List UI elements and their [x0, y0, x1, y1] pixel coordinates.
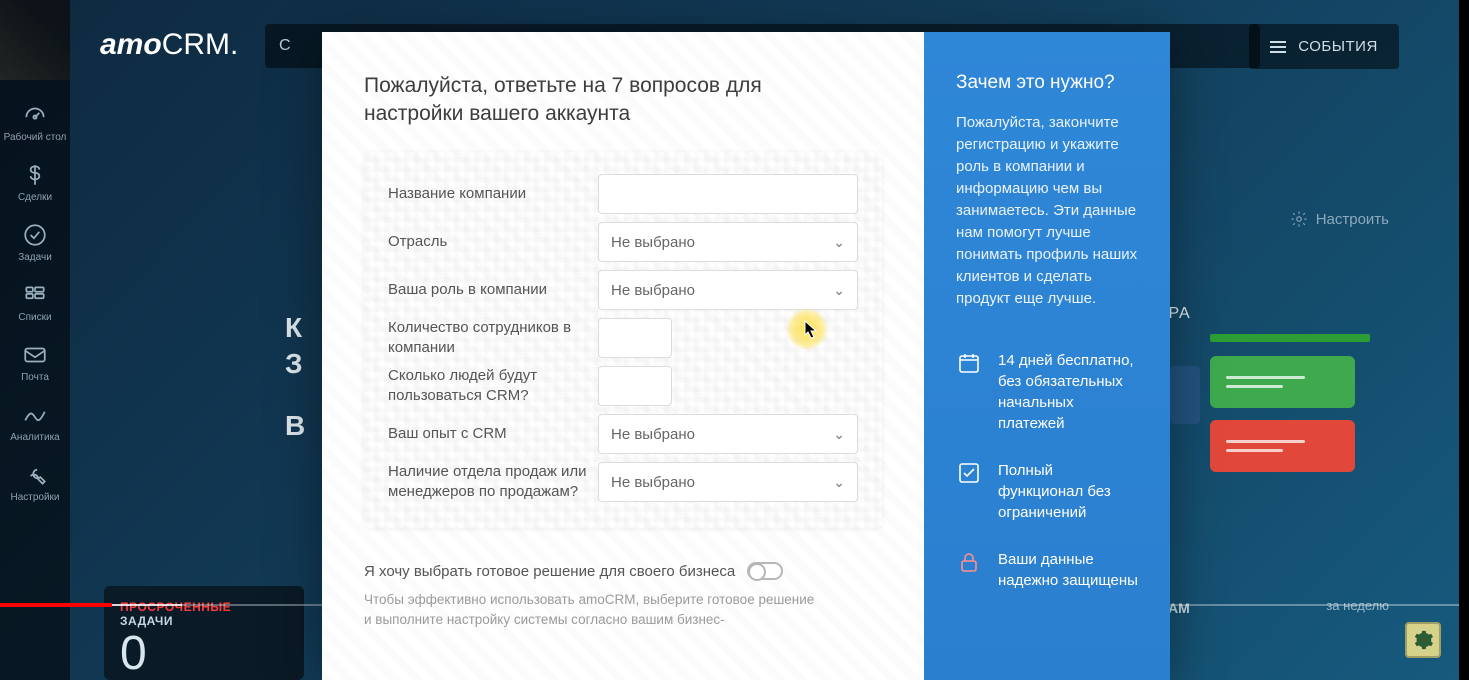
search-icon: С	[279, 37, 291, 55]
lock-icon	[956, 549, 982, 575]
menu-icon	[1270, 41, 1286, 53]
benefit-item: 14 дней бесплатно, без обязательных нача…	[956, 350, 1138, 434]
gauge-icon	[22, 102, 48, 128]
events-button[interactable]: СОБЫТИЯ	[1249, 24, 1399, 69]
benefit-text: 14 дней бесплатно, без обязательных нача…	[998, 350, 1138, 434]
crm-users-input[interactable]	[598, 366, 672, 406]
gear-icon	[1290, 210, 1308, 228]
sidebar-item-label: Задачи	[18, 252, 52, 264]
overdue-tasks-card[interactable]: ПРОСРОЧЕННЫЕ ЗАДАЧИ 0	[104, 586, 304, 680]
sidebar-item-label: Аналитика	[10, 432, 60, 444]
list-icon	[22, 282, 48, 308]
company-input[interactable]	[598, 174, 858, 214]
benefit-text: Полный функционал без ограничений	[998, 460, 1138, 523]
label-crm-users: Сколько людей будут пользоваться CRM?	[388, 366, 598, 406]
calendar-icon	[956, 350, 982, 376]
chevron-down-icon: ⌄	[833, 234, 845, 251]
mail-icon	[22, 342, 48, 368]
sidebar-item-lists[interactable]: Списки	[2, 274, 68, 330]
dollar-icon	[22, 162, 48, 188]
kanban-preview	[1210, 334, 1370, 472]
chevron-down-icon: ⌄	[833, 426, 845, 443]
employees-input[interactable]	[598, 318, 672, 358]
ready-solution-title: Я хочу выбрать готовое решение для своег…	[364, 563, 735, 580]
chevron-down-icon: ⌄	[833, 282, 845, 299]
ready-solution-toggle[interactable]	[747, 562, 783, 580]
sidebar-item-deals[interactable]: Сделки	[2, 154, 68, 210]
check-circle-icon	[22, 222, 48, 248]
sidebar-item-settings[interactable]: Настройки	[2, 454, 68, 510]
benefit-item: Полный функционал без ограничений	[956, 460, 1138, 523]
ready-solution-section: Я хочу выбрать готовое решение для своег…	[364, 562, 882, 630]
info-title: Зачем это нужно?	[956, 72, 1138, 94]
events-label: СОБЫТИЯ	[1298, 38, 1378, 55]
sidebar: Рабочий стол Сделки Задачи Списки Почта …	[0, 0, 70, 680]
experience-select[interactable]: Не выбрано ⌄	[598, 414, 858, 454]
role-select[interactable]: Не выбрано ⌄	[598, 270, 858, 310]
label-has-sales: Наличие отдела продаж или менеджеров по …	[388, 462, 598, 502]
label-industry: Отрасль	[388, 232, 598, 252]
overdue-count: 0	[120, 630, 288, 678]
label-experience: Ваш опыт с CRM	[388, 424, 598, 444]
select-value: Не выбрано	[611, 234, 695, 251]
sidebar-item-label: Настройки	[10, 492, 59, 504]
benefit-text: Ваши данные надежно защищены	[998, 549, 1138, 591]
label-role: Ваша роль в компании	[388, 280, 598, 300]
info-blurb: Пожалуйста, закончите регистрацию и укаж…	[956, 112, 1138, 310]
wrench-icon	[22, 462, 48, 488]
settings-fab[interactable]	[1405, 622, 1441, 658]
label-company: Название компании	[388, 184, 598, 204]
sidebar-item-dashboard[interactable]: Рабочий стол	[2, 94, 68, 150]
benefit-item: Ваши данные надежно защищены	[956, 549, 1138, 591]
has-sales-select[interactable]: Не выбрано ⌄	[598, 462, 858, 502]
configure-link[interactable]: Настроить	[1290, 210, 1389, 228]
modal-info-panel: Зачем это нужно? Пожалуйста, закончите р…	[924, 32, 1170, 680]
onboarding-modal: Пожалуйста, ответьте на 7 вопросов для н…	[322, 32, 1170, 680]
sidebar-item-label: Рабочий стол	[4, 132, 67, 144]
dashboard-letter: К	[285, 312, 302, 344]
select-value: Не выбрано	[611, 426, 695, 443]
gear-icon	[1412, 629, 1434, 651]
dashboard-letter-2: В	[285, 410, 305, 442]
sidebar-item-analytics[interactable]: Аналитика	[2, 394, 68, 450]
select-value: Не выбрано	[611, 474, 695, 491]
sidebar-item-label: Почта	[21, 372, 49, 384]
overdue-label-2: ЗАДАЧИ	[120, 614, 288, 628]
industry-select[interactable]: Не выбрано ⌄	[598, 222, 858, 262]
sidebar-item-tasks[interactable]: Задачи	[2, 214, 68, 270]
chevron-down-icon: ⌄	[833, 474, 845, 491]
dashboard-letter-3: З	[285, 348, 303, 380]
benefits-list: 14 дней бесплатно, без обязательных нача…	[956, 350, 1138, 591]
sidebar-item-label: Сделки	[18, 192, 52, 204]
app-logo: amoCRM.	[100, 28, 238, 62]
letterbox	[1459, 0, 1469, 680]
select-value: Не выбрано	[611, 282, 695, 299]
sidebar-item-label: Списки	[18, 312, 51, 324]
analytics-icon	[22, 402, 48, 428]
onboarding-form: Название компании Отрасль Не выбрано ⌄ В…	[364, 152, 882, 528]
label-employees: Количество сотрудников в компании	[388, 318, 598, 358]
modal-form-panel: Пожалуйста, ответьте на 7 вопросов для н…	[322, 32, 924, 680]
app-background: Рабочий стол Сделки Задачи Списки Почта …	[0, 0, 1469, 680]
ready-solution-desc: Чтобы эффективно использовать amoCRM, вы…	[364, 590, 824, 630]
check-square-icon	[956, 460, 982, 486]
sidebar-item-mail[interactable]: Почта	[2, 334, 68, 390]
modal-heading: Пожалуйста, ответьте на 7 вопросов для н…	[364, 72, 864, 128]
